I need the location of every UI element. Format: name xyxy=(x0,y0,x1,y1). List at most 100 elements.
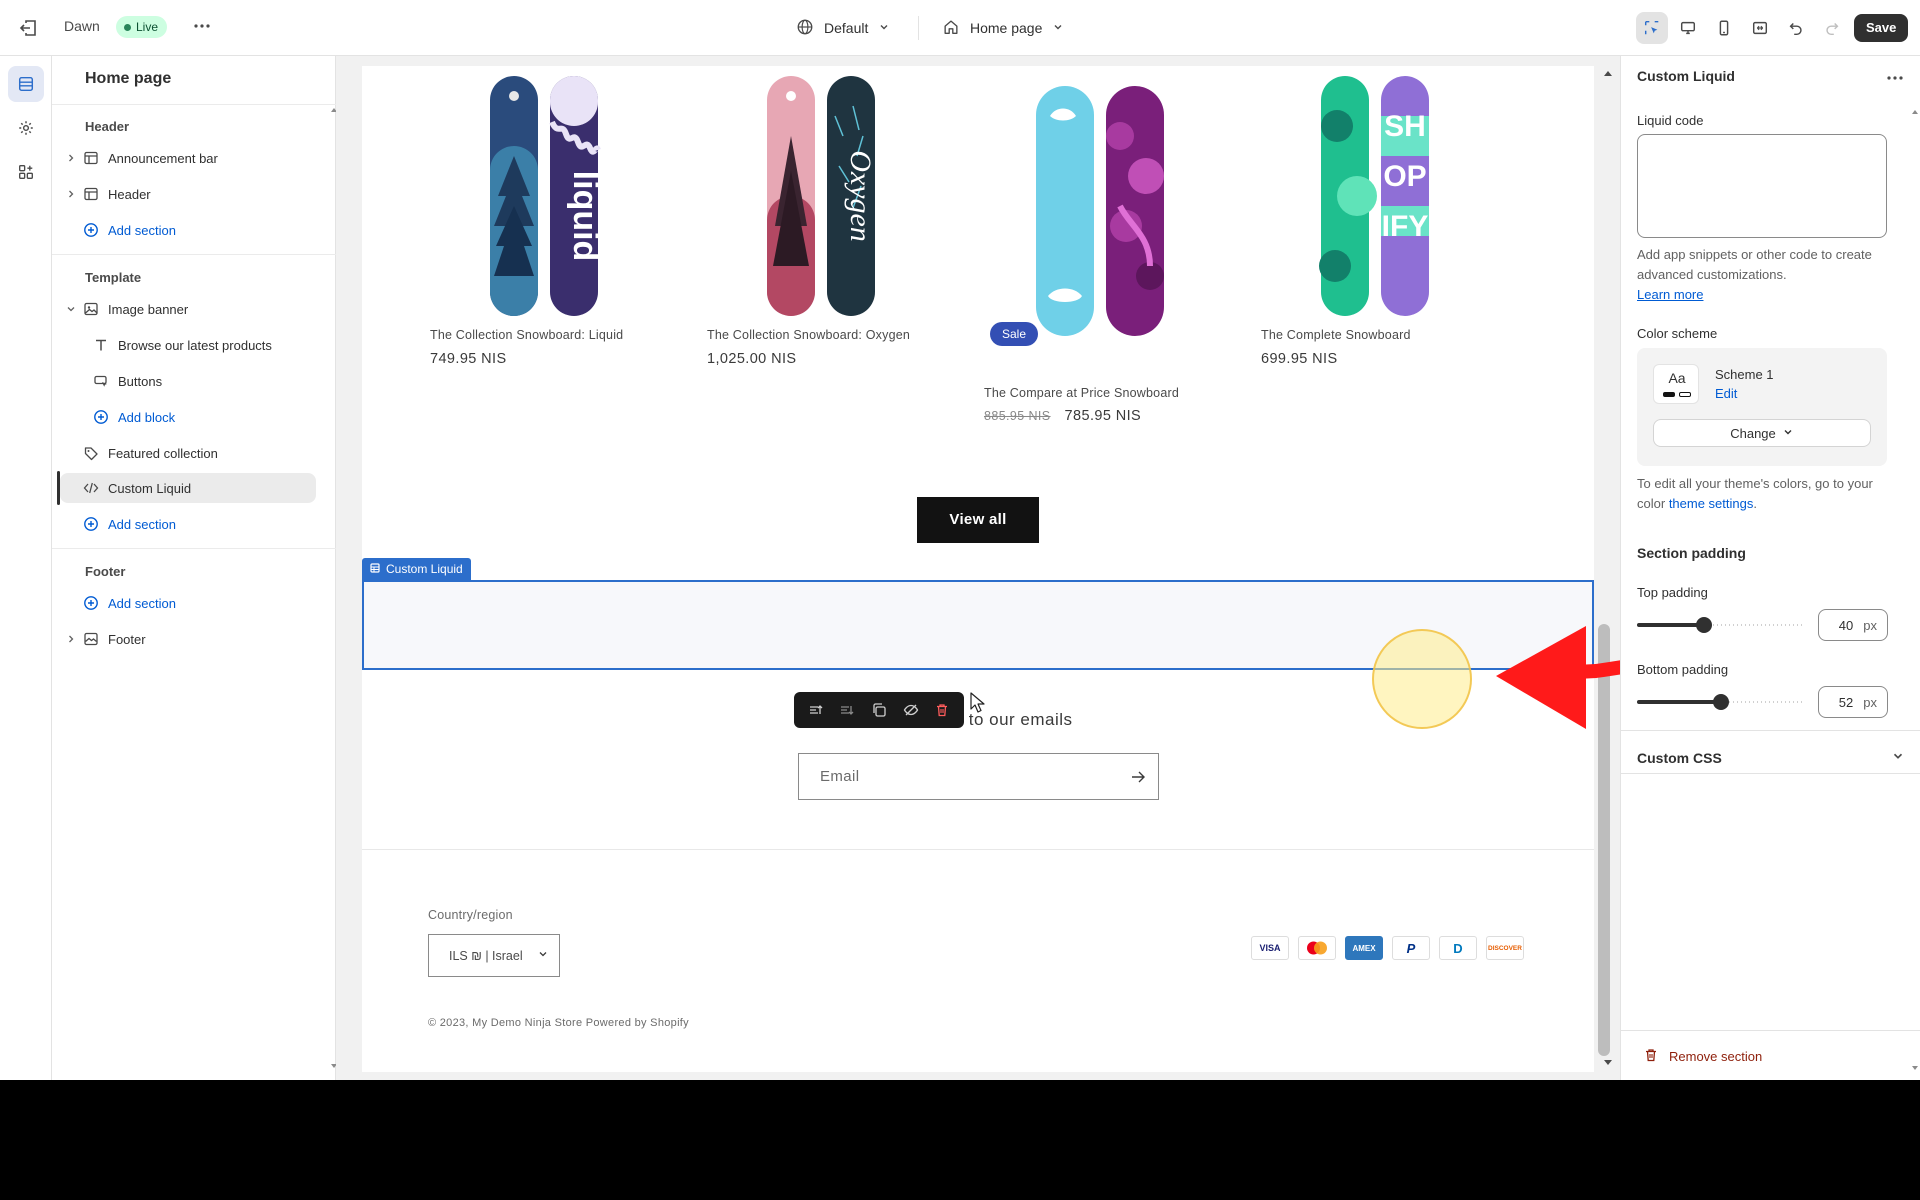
remove-section-label: Remove section xyxy=(1669,1049,1763,1064)
scheme-aa: Aa xyxy=(1668,370,1686,386)
top-padding-slider[interactable] xyxy=(1637,617,1803,633)
theme-settings-link[interactable]: theme settings xyxy=(1669,496,1754,511)
left-rail xyxy=(0,56,52,1080)
add-section-footer-button[interactable]: Add section xyxy=(60,588,316,618)
learn-more-link[interactable]: Learn more xyxy=(1637,287,1703,302)
section-toolbar xyxy=(794,692,964,728)
sidebar-item-footer[interactable]: Footer xyxy=(60,624,316,654)
redo-icon[interactable] xyxy=(1816,12,1848,44)
product-name[interactable]: The Collection Snowboard: Oxygen xyxy=(707,328,910,342)
footer-icon xyxy=(82,630,100,648)
panel-title: Custom Liquid xyxy=(1637,68,1735,84)
scheme-swatch: Aa xyxy=(1653,364,1699,404)
custom-css-label: Custom CSS xyxy=(1637,749,1722,766)
arrow-right-icon[interactable] xyxy=(1128,767,1148,787)
sidebar-item-header[interactable]: Header xyxy=(60,179,316,209)
delete-icon[interactable] xyxy=(931,699,953,721)
trash-icon xyxy=(1643,1047,1659,1066)
remove-section-button[interactable]: Remove section xyxy=(1643,1047,1762,1066)
editor-topbar: Dawn Live Default Home page Save xyxy=(0,0,1920,56)
plus-circle-icon xyxy=(82,221,100,239)
payment-icons: VISA AMEX P D DISCOVER xyxy=(1251,936,1524,960)
theme-settings-icon[interactable] xyxy=(8,110,44,146)
add-section-template-button[interactable]: Add section xyxy=(60,509,316,539)
slider-thumb[interactable] xyxy=(1713,694,1729,710)
bottom-padding-slider[interactable] xyxy=(1637,694,1803,710)
page-selector[interactable]: Home page xyxy=(942,16,1064,40)
divider xyxy=(1621,1030,1920,1031)
move-down-icon[interactable] xyxy=(836,699,858,721)
product-price-group: 885.95 NIS 785.95 NIS xyxy=(984,408,1141,424)
email-placeholder: Email xyxy=(820,768,860,785)
svg-text:IFY: IFY xyxy=(1382,210,1429,243)
sidebar-block-buttons[interactable]: Buttons xyxy=(60,366,316,396)
code-icon xyxy=(82,479,100,497)
email-field[interactable]: Email xyxy=(798,753,1159,800)
sidebar-item-label: Footer xyxy=(108,631,146,647)
snowboard-compare-image xyxy=(1036,86,1164,336)
product-name[interactable]: The Collection Snowboard: Liquid xyxy=(430,328,623,342)
add-section-header-button[interactable]: Add section xyxy=(60,215,316,245)
slider-thumb[interactable] xyxy=(1696,617,1712,633)
add-block-button[interactable]: Add block xyxy=(60,402,316,432)
amex-icon: AMEX xyxy=(1345,936,1383,960)
sections-icon[interactable] xyxy=(8,66,44,102)
apps-icon[interactable] xyxy=(8,154,44,190)
change-scheme-button[interactable]: Change xyxy=(1653,419,1871,447)
save-button[interactable]: Save xyxy=(1854,14,1909,42)
chevron-right-icon[interactable] xyxy=(64,632,78,646)
sidebar-item-featured-collection[interactable]: Featured collection xyxy=(60,438,316,468)
inspector-icon[interactable] xyxy=(1636,12,1668,44)
drag-handle-icon[interactable] xyxy=(370,558,380,580)
view-all-button[interactable]: View all xyxy=(917,497,1039,543)
svg-text:liquid: liquid xyxy=(566,171,604,262)
sidebar-item-image-banner[interactable]: Image banner xyxy=(60,294,316,324)
fullscreen-icon[interactable] xyxy=(1744,12,1776,44)
sidebar-item-announcement-bar[interactable]: Announcement bar xyxy=(60,143,316,173)
chevron-down-icon xyxy=(1052,20,1064,36)
add-block-label: Add block xyxy=(118,409,176,425)
locale-selector[interactable]: Default xyxy=(796,16,890,40)
chevron-down-icon[interactable] xyxy=(64,302,78,316)
bottom-padding-value: 52 xyxy=(1838,694,1854,710)
snowboard-liquid-image: liquid xyxy=(490,76,604,316)
add-section-label: Add section xyxy=(108,516,176,532)
product-price: 699.95 NIS xyxy=(1261,351,1338,367)
button-icon xyxy=(92,372,110,390)
undo-icon[interactable] xyxy=(1780,12,1812,44)
divider xyxy=(1621,730,1920,731)
compare-at-price: 885.95 NIS xyxy=(984,409,1051,423)
divider xyxy=(52,254,336,255)
sidebar-block-browse-products[interactable]: Browse our latest products xyxy=(60,330,316,360)
exit-icon[interactable] xyxy=(16,16,40,40)
sections-sidebar: Home page Header Announcement bar Header… xyxy=(52,56,337,1080)
panel-scrollbar[interactable] xyxy=(1911,108,1919,1074)
chevron-down-icon xyxy=(1891,749,1905,766)
bottom-padding-label: Bottom padding xyxy=(1637,662,1729,677)
chevron-right-icon[interactable] xyxy=(64,187,78,201)
product-name[interactable]: The Complete Snowboard xyxy=(1261,328,1411,342)
view-controls xyxy=(1636,12,1848,44)
theme-name: Dawn xyxy=(64,18,100,34)
product-name[interactable]: The Compare at Price Snowboard xyxy=(984,386,1179,400)
mobile-view-icon[interactable] xyxy=(1708,12,1740,44)
product-price: 749.95 NIS xyxy=(430,351,507,367)
bottom-padding-input[interactable]: 52 px xyxy=(1818,686,1888,718)
scheme-edit-link[interactable]: Edit xyxy=(1715,386,1737,401)
chevron-right-icon[interactable] xyxy=(64,151,78,165)
country-selector[interactable]: ILS ₪ | Israel xyxy=(428,934,560,977)
sale-badge: Sale xyxy=(990,322,1039,346)
duplicate-icon[interactable] xyxy=(868,699,890,721)
more-actions-icon[interactable] xyxy=(1883,66,1907,90)
move-up-icon[interactable] xyxy=(805,699,827,721)
section-icon xyxy=(82,185,100,203)
liquid-code-input[interactable] xyxy=(1637,134,1887,238)
sidebar-item-label: Buttons xyxy=(118,373,163,389)
more-actions-icon[interactable] xyxy=(190,14,214,38)
desktop-view-icon[interactable] xyxy=(1672,12,1704,44)
custom-css-accordion[interactable]: Custom CSS xyxy=(1637,749,1905,766)
hide-icon[interactable] xyxy=(900,699,922,721)
section-tag: Custom Liquid xyxy=(362,558,471,580)
top-padding-input[interactable]: 40 px xyxy=(1818,609,1888,641)
sidebar-item-custom-liquid[interactable]: Custom Liquid xyxy=(60,473,316,503)
